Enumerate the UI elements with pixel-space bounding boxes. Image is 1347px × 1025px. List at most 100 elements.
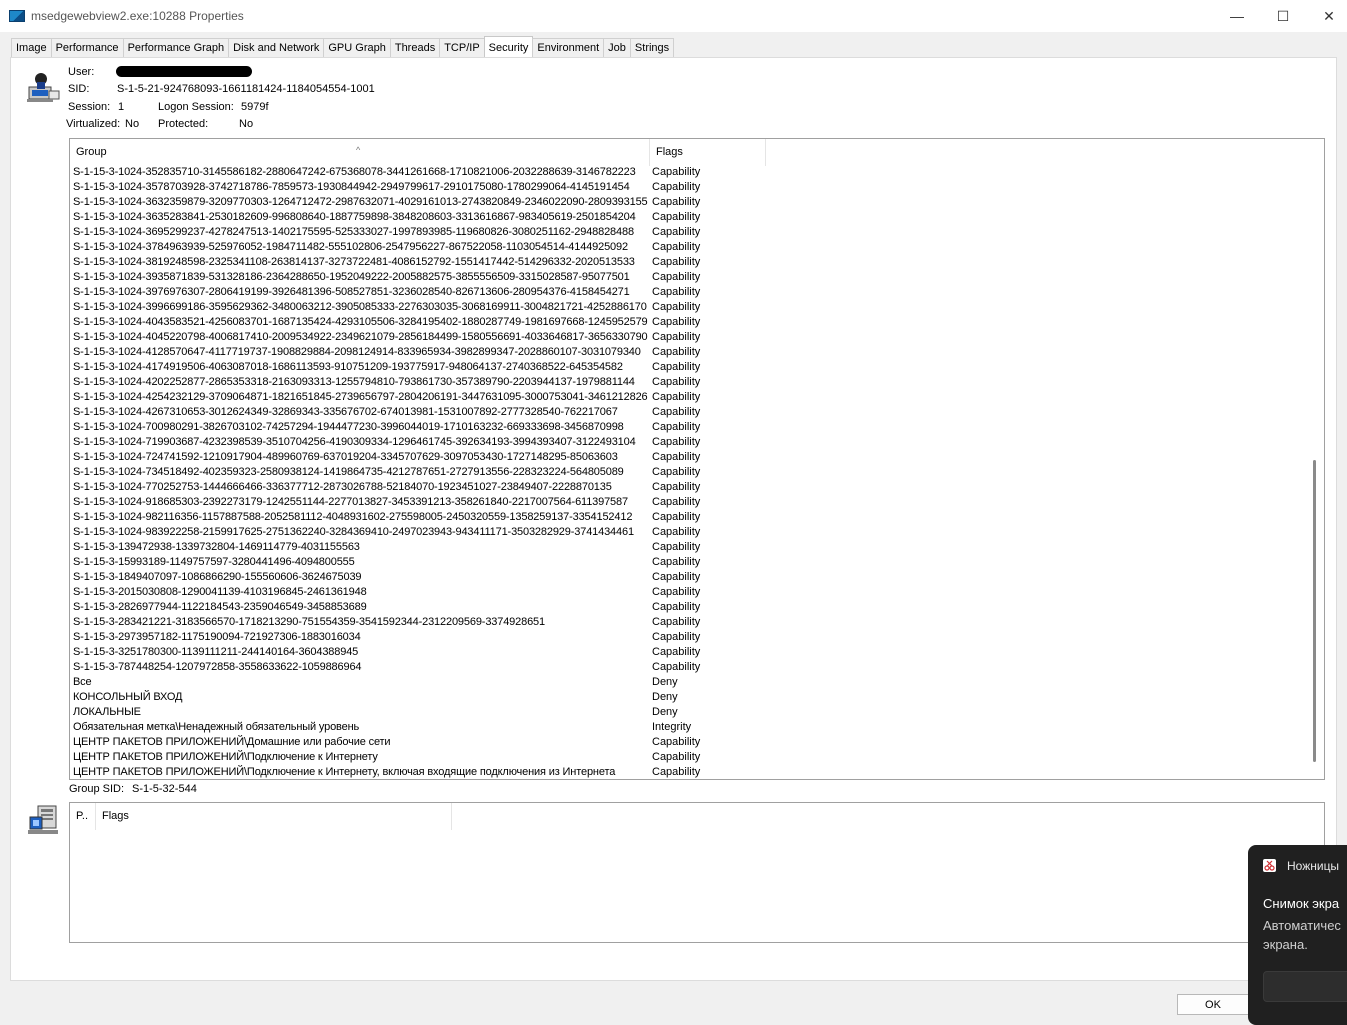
tab-gpu-graph[interactable]: GPU Graph bbox=[323, 38, 391, 58]
flags-cell: Capability bbox=[652, 331, 701, 343]
groups-list[interactable]: Group ^ Flags S-1-15-3-1024-352835710-31… bbox=[69, 138, 1325, 780]
table-row[interactable]: S-1-15-3-3251780300-1139111211-244140164… bbox=[70, 645, 1324, 660]
table-row[interactable]: S-1-15-3-1024-724741592-1210917904-48996… bbox=[70, 450, 1324, 465]
table-row[interactable]: S-1-15-3-1849407097-1086866290-155560606… bbox=[70, 570, 1324, 585]
group-cell: S-1-15-3-1024-3784963939-525976052-19847… bbox=[73, 241, 628, 253]
session-label: Session: bbox=[68, 101, 111, 113]
tab-performance-graph[interactable]: Performance Graph bbox=[122, 38, 230, 58]
group-cell: S-1-15-3-1024-4254232129-3709064871-1821… bbox=[73, 391, 648, 403]
ok-button[interactable]: OK bbox=[1177, 994, 1249, 1015]
toast-body-line1: Автоматичес bbox=[1263, 918, 1341, 933]
group-cell: S-1-15-3-2015030808-1290041139-410319684… bbox=[73, 586, 367, 598]
group-cell: S-1-15-3-1024-4043583521-4256083701-1687… bbox=[73, 316, 648, 328]
group-cell: S-1-15-3-1024-4174919506-4063087018-1686… bbox=[73, 361, 623, 373]
group-cell: S-1-15-3-1024-700980291-3826703102-74257… bbox=[73, 421, 624, 433]
tab-job[interactable]: Job bbox=[603, 38, 631, 58]
flags-column-header[interactable]: Flags bbox=[650, 139, 766, 166]
table-row[interactable]: S-1-15-3-1024-3695299237-4278247513-1402… bbox=[70, 225, 1324, 240]
snipping-notification[interactable]: Ножницы Снимок экра Автоматичес экрана. bbox=[1248, 845, 1347, 1025]
flags-cell: Capability bbox=[652, 736, 701, 748]
tab-image[interactable]: Image bbox=[11, 38, 52, 58]
table-row[interactable]: S-1-15-3-1024-3578703928-3742718786-7859… bbox=[70, 180, 1324, 195]
tab-disk-and-network[interactable]: Disk and Network bbox=[228, 38, 325, 58]
table-row[interactable]: S-1-15-3-1024-700980291-3826703102-74257… bbox=[70, 420, 1324, 435]
group-cell: КОНСОЛЬНЫЙ ВХОД bbox=[73, 691, 183, 703]
table-row[interactable]: S-1-15-3-1024-352835710-3145586182-28806… bbox=[70, 165, 1324, 180]
flags-cell: Capability bbox=[652, 496, 701, 508]
tab-security[interactable]: Security bbox=[483, 36, 534, 58]
group-cell: ЦЕНТР ПАКЕТОВ ПРИЛОЖЕНИЙ\Подключение к И… bbox=[73, 766, 616, 778]
tab-threads[interactable]: Threads bbox=[389, 38, 441, 58]
tab-tcp-ip[interactable]: TCP/IP bbox=[439, 38, 485, 58]
group-cell: S-1-15-3-1024-3935871839-531328186-23642… bbox=[73, 271, 630, 283]
table-row[interactable]: ЦЕНТР ПАКЕТОВ ПРИЛОЖЕНИЙ\Подключение к И… bbox=[70, 765, 1324, 779]
group-sid-label: Group SID: bbox=[69, 783, 125, 795]
table-row[interactable]: S-1-15-3-283421221-3183566570-1718213290… bbox=[70, 615, 1324, 630]
table-row[interactable]: S-1-15-3-1024-3635283841-2530182609-9968… bbox=[70, 210, 1324, 225]
table-row[interactable]: S-1-15-3-1024-918685303-2392273179-12425… bbox=[70, 495, 1324, 510]
table-row[interactable]: S-1-15-3-1024-4254232129-3709064871-1821… bbox=[70, 390, 1324, 405]
close-button[interactable]: ✕ bbox=[1306, 0, 1347, 32]
group-cell: S-1-15-3-1024-734518492-402359323-258093… bbox=[73, 466, 624, 478]
table-row[interactable]: S-1-15-3-1024-4045220798-4006817410-2009… bbox=[70, 330, 1324, 345]
table-row[interactable]: S-1-15-3-1024-4174919506-4063087018-1686… bbox=[70, 360, 1324, 375]
table-row[interactable]: S-1-15-3-1024-3632359879-3209770303-1264… bbox=[70, 195, 1324, 210]
table-row[interactable]: S-1-15-3-1024-983922258-2159917625-27513… bbox=[70, 525, 1324, 540]
table-row[interactable]: S-1-15-3-1024-770252753-1444666466-33637… bbox=[70, 480, 1324, 495]
flags-cell: Capability bbox=[652, 406, 701, 418]
window-title: msedgewebview2.exe:10288 Properties bbox=[31, 9, 244, 23]
table-row[interactable]: S-1-15-3-139472938-1339732804-1469114779… bbox=[70, 540, 1324, 555]
group-cell: S-1-15-3-1024-3819248598-2325341108-2638… bbox=[73, 256, 635, 268]
group-cell: Все bbox=[73, 676, 92, 688]
table-row[interactable]: ЦЕНТР ПАКЕТОВ ПРИЛОЖЕНИЙ\Домашние или ра… bbox=[70, 735, 1324, 750]
table-row[interactable]: S-1-15-3-1024-734518492-402359323-258093… bbox=[70, 465, 1324, 480]
table-row[interactable]: КОНСОЛЬНЫЙ ВХОД Deny bbox=[70, 690, 1324, 705]
table-row[interactable]: S-1-15-3-1024-3976976307-2806419199-3926… bbox=[70, 285, 1324, 300]
tab-environment[interactable]: Environment bbox=[532, 38, 605, 58]
privilege-flags-column-header[interactable]: Flags bbox=[96, 803, 452, 830]
group-cell: ЦЕНТР ПАКЕТОВ ПРИЛОЖЕНИЙ\Домашние или ра… bbox=[73, 736, 391, 748]
table-row[interactable]: S-1-15-3-1024-4128570647-4117719737-1908… bbox=[70, 345, 1324, 360]
table-row[interactable]: S-1-15-3-787448254-1207972858-3558633622… bbox=[70, 660, 1324, 675]
table-row[interactable]: Все Deny bbox=[70, 675, 1324, 690]
tab-strings[interactable]: Strings bbox=[629, 38, 675, 58]
group-cell: S-1-15-3-3251780300-1139111211-244140164… bbox=[73, 646, 359, 658]
table-row[interactable]: S-1-15-3-1024-719903687-4232398539-35107… bbox=[70, 435, 1324, 450]
vertical-scrollbar[interactable] bbox=[1313, 460, 1316, 762]
table-row[interactable]: S-1-15-3-1024-3935871839-531328186-23642… bbox=[70, 270, 1324, 285]
table-row[interactable]: S-1-15-3-1024-3819248598-2325341108-2638… bbox=[70, 255, 1324, 270]
tab-performance[interactable]: Performance bbox=[50, 38, 124, 58]
minimize-button[interactable]: — bbox=[1214, 0, 1260, 32]
group-cell: S-1-15-3-2973957182-1175190094-721927306… bbox=[73, 631, 361, 643]
flags-cell: Capability bbox=[652, 196, 701, 208]
table-row[interactable]: S-1-15-3-1024-4043583521-4256083701-1687… bbox=[70, 315, 1324, 330]
table-row[interactable]: S-1-15-3-1024-3996699186-3595629362-3480… bbox=[70, 300, 1324, 315]
session-value: 1 bbox=[118, 101, 125, 113]
toast-action-button[interactable] bbox=[1263, 971, 1347, 1002]
maximize-button[interactable]: ☐ bbox=[1260, 0, 1306, 32]
table-row[interactable]: S-1-15-3-1024-3784963939-525976052-19847… bbox=[70, 240, 1324, 255]
logon-session-value: 5979f bbox=[241, 101, 269, 113]
table-row[interactable]: S-1-15-3-2973957182-1175190094-721927306… bbox=[70, 630, 1324, 645]
table-row[interactable]: S-1-15-3-1024-4267310653-3012624349-3286… bbox=[70, 405, 1324, 420]
toast-title: Снимок экра bbox=[1263, 896, 1340, 911]
group-cell: S-1-15-3-1024-352835710-3145586182-28806… bbox=[73, 166, 636, 178]
table-row[interactable]: ЛОКАЛЬНЫЕ Deny bbox=[70, 705, 1324, 720]
table-row[interactable]: ЦЕНТР ПАКЕТОВ ПРИЛОЖЕНИЙ\Подключение к И… bbox=[70, 750, 1324, 765]
group-column-header[interactable]: Group ^ bbox=[70, 139, 650, 166]
flags-cell: Capability bbox=[652, 256, 701, 268]
flags-cell: Deny bbox=[652, 676, 678, 688]
group-cell: Обязательная метка\Ненадежный обязательн… bbox=[73, 721, 360, 733]
privilege-column-header[interactable]: P.. bbox=[70, 803, 96, 830]
table-row[interactable]: S-1-15-3-2015030808-1290041139-410319684… bbox=[70, 585, 1324, 600]
group-sid-value: S-1-5-32-544 bbox=[132, 783, 197, 795]
table-row[interactable]: S-1-15-3-1024-4202252877-2865353318-2163… bbox=[70, 375, 1324, 390]
group-cell: S-1-15-3-1024-4128570647-4117719737-1908… bbox=[73, 346, 641, 358]
table-row[interactable]: S-1-15-3-15993189-1149757597-3280441496-… bbox=[70, 555, 1324, 570]
table-row[interactable]: Обязательная метка\Ненадежный обязательн… bbox=[70, 720, 1324, 735]
privileges-list[interactable]: P.. Flags bbox=[69, 802, 1325, 943]
table-row[interactable]: S-1-15-3-2826977944-1122184543-235904654… bbox=[70, 600, 1324, 615]
table-row[interactable]: S-1-15-3-1024-982116356-1157887588-20525… bbox=[70, 510, 1324, 525]
scissors-icon bbox=[1263, 859, 1276, 872]
group-cell: S-1-15-3-1024-3578703928-3742718786-7859… bbox=[73, 181, 630, 193]
